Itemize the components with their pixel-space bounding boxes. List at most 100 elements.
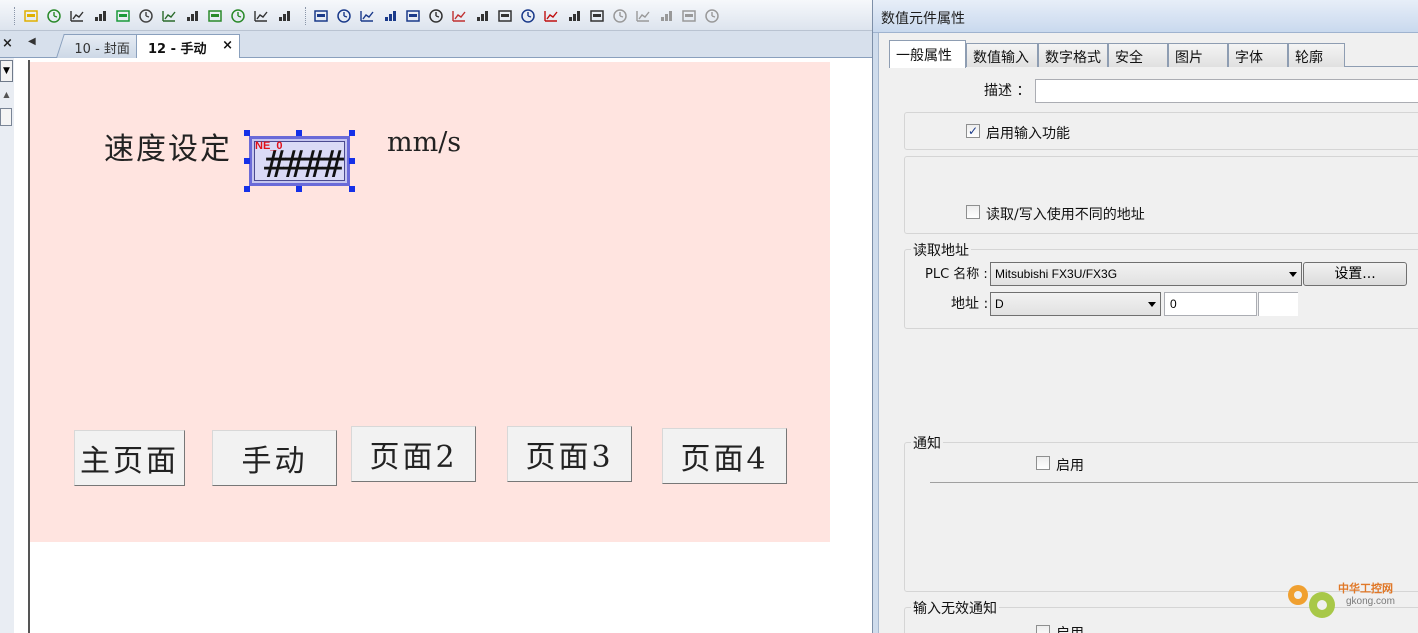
disabled-d-icon[interactable] [680,7,698,24]
key-icon[interactable] [137,7,155,24]
grid-icon[interactable] [206,7,224,24]
plc-name-value: Mitsubishi FX3U/FX3G [995,267,1118,281]
resize-handle[interactable] [349,158,355,164]
close-all-icon[interactable]: × [2,36,13,51]
bar-chart-icon[interactable] [404,7,422,24]
plc-name-select[interactable]: Mitsubishi FX3U/FX3G [990,262,1302,286]
dialog-title-bar[interactable]: 数值元件属性 [873,0,1418,33]
resize-handle[interactable] [296,186,302,192]
word-lamp-icon[interactable] [68,7,86,24]
save-icon[interactable] [335,7,353,24]
notify-enable-label: 启用 [1056,458,1084,474]
disabled-a-icon[interactable] [611,7,629,24]
manual-button[interactable]: 手动 [212,430,337,486]
address-type-select[interactable]: D [990,292,1161,316]
shape-icon[interactable] [114,7,132,24]
tab-label: 10 - 封面 [74,42,130,57]
dialog-frame-edge [873,33,879,633]
numeric-input-element[interactable]: #### NE_0 [249,136,350,186]
enable-input-label: 启用输入功能 [986,126,1070,142]
network-icon[interactable] [381,7,399,24]
main-page-button[interactable]: 主页面 [74,430,185,486]
property-tab-strip: 一般属性 数值输入 数字格式 安全 图片 字体 轮廓 [889,40,1418,68]
picture-icon[interactable] [496,7,514,24]
read-address-title: 读取地址 [911,240,971,260]
tab-number-format[interactable]: 数字格式 [1038,43,1108,67]
invalid-notify-label: 启用 [1056,623,1084,633]
tab-label: 12 - 手动 [148,42,207,57]
minus-icon[interactable] [542,7,560,24]
tab-outline[interactable]: 轮廓 [1288,43,1345,67]
page3-button[interactable]: 页面3 [507,426,632,482]
tab-font[interactable]: 字体 [1228,43,1288,67]
notify-divider [930,482,1418,483]
notify-enable-checkbox[interactable] [1036,456,1050,470]
clock-dial-icon[interactable] [275,7,293,24]
left-side-panel [0,58,14,633]
watermark-url: gkong.com [1346,596,1395,607]
disabled-b-icon[interactable] [634,7,652,24]
tab-scroll-left-icon[interactable]: ◀ [28,36,36,47]
resize-handle[interactable] [244,186,250,192]
side-dropdown-icon[interactable]: ▼ [0,60,13,82]
enable-input-checkbox[interactable]: ✓ [966,124,980,138]
resize-handle[interactable] [349,186,355,192]
resize-handle[interactable] [296,130,302,136]
chevron-down-icon [1289,272,1297,277]
page4-button[interactable]: 页面4 [662,428,787,484]
address-extra-input[interactable] [1258,292,1298,316]
io-icon[interactable] [252,7,270,24]
address-type-value: D [995,297,1004,311]
meter-icon[interactable] [45,7,63,24]
tab-close-icon[interactable]: × [222,38,233,53]
notify-group [904,442,1418,592]
description-input[interactable] [1035,79,1418,103]
scroll-thumb[interactable] [0,108,12,126]
tab-manual-page[interactable]: 12 - 手动 × [136,34,240,58]
tab-numeric-input[interactable]: 数值输入 [966,43,1038,67]
tab-cover-page[interactable]: 10 - 封面 [56,34,146,58]
resize-handle[interactable] [349,130,355,136]
bulb-icon[interactable] [22,7,40,24]
enable-input-group [904,112,1418,150]
display-icon[interactable] [160,7,178,24]
invalid-notify-title: 输入无效通知 [911,598,999,618]
page2-button[interactable]: 页面2 [351,426,476,482]
address-input[interactable]: 0 [1164,292,1257,316]
toolbar-separator [305,7,307,25]
clock-icon[interactable] [427,7,445,24]
toolbar-separator [14,7,16,25]
move-icon[interactable] [358,7,376,24]
app-root: × ◀ 10 - 封面 12 - 手动 × ▼ ▲ 速度设定 mm/s ####… [0,0,1418,633]
scatter-icon[interactable] [519,7,537,24]
tab-general[interactable]: 一般属性 [889,40,966,68]
speed-setting-label[interactable]: 速度设定 [104,124,232,168]
diff-address-label: 读取/写入使用不同的地址 [986,207,1145,223]
diff-address-checkbox[interactable] [966,205,980,219]
person-icon[interactable] [565,7,583,24]
numeric-icon[interactable] [91,7,109,24]
grid-alt-icon[interactable] [229,7,247,24]
object-toolbar [0,0,872,31]
tab-picture[interactable]: 图片 [1168,43,1228,67]
table-icon[interactable] [473,7,491,24]
resize-handle[interactable] [244,158,250,164]
resize-handle[interactable] [244,130,250,136]
plc-name-label: PLC 名称 : [925,267,988,282]
calc-icon[interactable] [588,7,606,24]
unit-label[interactable]: mm/s [387,127,461,158]
notify-title: 通知 [911,433,943,453]
tab-security[interactable]: 安全 [1108,43,1168,67]
switch-icon[interactable] [183,7,201,24]
property-dialog: 数值元件属性 一般属性 数值输入 数字格式 安全 图片 字体 轮廓 描述 ： ✓… [872,0,1418,633]
address-label: 地址 : [951,296,989,312]
plc-settings-button[interactable]: 设置... [1303,262,1407,286]
disabled-c-icon[interactable] [657,7,675,24]
element-tag: NE_0 [255,140,283,152]
disabled-e-icon[interactable] [703,7,721,24]
invalid-notify-checkbox[interactable] [1036,625,1050,633]
print-icon[interactable] [312,7,330,24]
scroll-up-icon[interactable]: ▲ [0,90,13,103]
document-tab-bar: × ◀ 10 - 封面 12 - 手动 × [0,31,872,58]
trend-icon[interactable] [450,7,468,24]
